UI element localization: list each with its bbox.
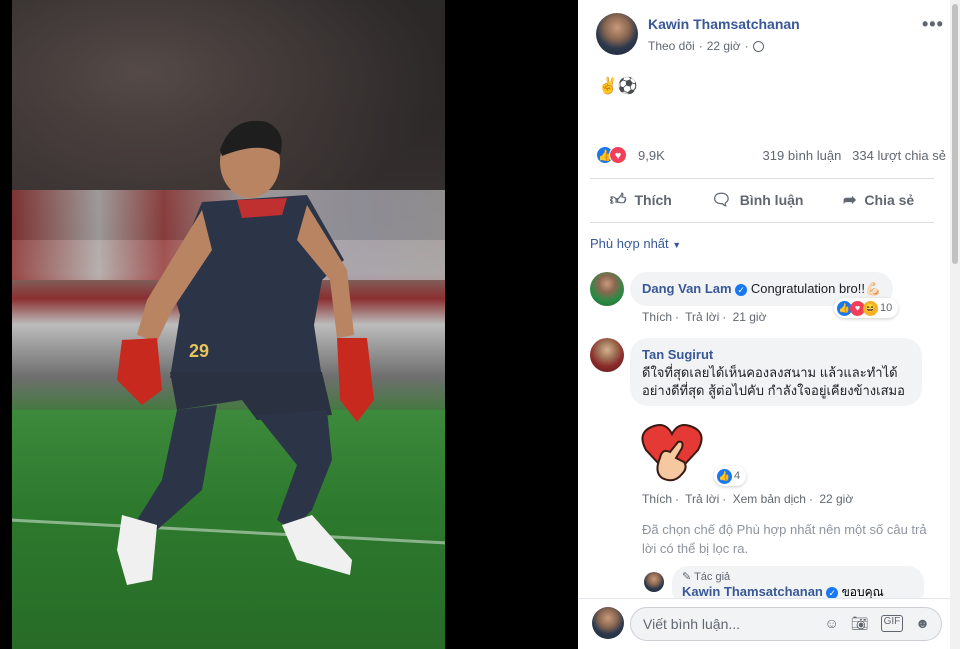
like-button[interactable]: 👍︎ Thích <box>610 191 672 210</box>
comment-time[interactable]: 22 giờ <box>819 492 853 506</box>
commenter-avatar[interactable] <box>590 338 624 372</box>
scrollbar[interactable] <box>950 0 960 649</box>
emoji-icon[interactable]: ☺ <box>825 615 839 632</box>
comment-links: Thích · Trả lời · Xem bản dịch · 22 giờ <box>642 492 854 506</box>
comment-like-link[interactable]: Thích <box>642 492 672 506</box>
comment-reaction-count: 4 <box>734 470 741 482</box>
scrollbar-thumb[interactable] <box>952 4 958 264</box>
author-tag-label: Tác giả <box>694 571 731 583</box>
post-meta: Theo dõi · 22 giờ · <box>648 39 764 53</box>
post-stats: 👍 ♥ 9,9K 319 bình luận 334 lượt chia sẻ <box>596 146 946 166</box>
filter-note: Đã chọn chế độ Phù hợp nhất nên một số c… <box>642 522 927 556</box>
reaction-count[interactable]: 9,9K <box>638 148 665 163</box>
comment-label: Bình luận <box>739 192 804 208</box>
comment-share-counts: 319 bình luận 334 lượt chia sẻ <box>763 148 946 163</box>
comment-like-link[interactable]: Thích <box>642 310 672 324</box>
share-arrow-icon: ➦ <box>843 192 857 209</box>
meta-separator: · <box>698 39 703 53</box>
comment-bubble: Tan Sugirut ดีใจที่สุดเลยได้เห็นคองลงสนา… <box>630 338 922 406</box>
composer-tools: ☺ 📷︎ GIF ☻ <box>825 615 930 632</box>
goalkeeper-figure: 29 <box>117 120 374 585</box>
reply-avatar[interactable] <box>644 572 664 592</box>
divider <box>590 222 934 223</box>
author-avatar[interactable] <box>596 13 638 55</box>
comment-text: ดีใจที่สุดเลยได้เห็นคองลงสนาม แล้วและทำไ… <box>642 365 905 398</box>
comments-count[interactable]: 319 bình luận <box>763 148 842 163</box>
comment-text: Congratulation bro!!💪🏻 <box>750 281 882 296</box>
comment-item: Dang Van Lam ✓ Congratulation bro!!💪🏻 👍 ♥… <box>590 272 940 328</box>
meta-separator: · <box>744 39 749 53</box>
commenter-name[interactable]: Tan Sugirut <box>642 346 910 364</box>
thumbs-up-icon: 👍︎ <box>609 191 627 209</box>
comment-links: Thích · Trả lời · 21 giờ <box>642 310 767 324</box>
current-user-avatar <box>592 607 624 639</box>
comment-reply-link[interactable]: Trả lời <box>685 492 719 506</box>
globe-icon <box>752 40 764 52</box>
comment-button[interactable]: 🗨︎ Bình luận <box>711 190 803 210</box>
caret-down-icon: ▼ <box>672 240 682 250</box>
reply-text: ขอบคุณ <box>841 585 884 599</box>
comment-reactions[interactable]: 👍 4 <box>714 466 747 486</box>
like-reaction-icon: 👍 <box>717 468 732 484</box>
verified-badge-icon: ✓ <box>735 283 748 296</box>
haha-reaction-icon: 😆 <box>863 300 878 316</box>
photo-viewer: 29 Kawin Thamsatchanan Theo dõi · 22 giờ… <box>0 0 960 649</box>
comment-sort-dropdown[interactable]: Phù hợp nhất ▼ <box>590 236 681 251</box>
share-label: Chia sẻ <box>864 192 915 208</box>
post-side-panel: Kawin Thamsatchanan Theo dõi · 22 giờ · … <box>578 0 950 649</box>
more-options-icon[interactable]: ••• <box>922 14 944 35</box>
comment-reactions[interactable]: 👍 ♥ 😆 10 <box>834 298 899 318</box>
comment-composer: Viết bình luận... ☺ 📷︎ GIF ☻ <box>578 598 950 649</box>
commenter-name[interactable]: Dang Van Lam <box>642 281 732 296</box>
pencil-icon: ✎ <box>682 571 692 583</box>
post-actions: 👍︎ Thích 🗨︎ Bình luận ➦ Chia sẻ <box>590 184 934 216</box>
share-button[interactable]: ➦ Chia sẻ <box>843 190 914 210</box>
jersey-number: 29 <box>189 341 209 361</box>
reply-author-name[interactable]: Kawin Thamsatchanan <box>682 584 823 599</box>
divider <box>590 178 934 179</box>
gif-icon[interactable]: GIF <box>880 615 904 632</box>
post-time[interactable]: 22 giờ <box>707 39 741 53</box>
sort-label: Phù hợp nhất <box>590 236 669 251</box>
commenter-avatar[interactable] <box>590 272 624 306</box>
post-header: Kawin Thamsatchanan Theo dõi · 22 giờ · <box>596 12 936 60</box>
sticker-icon[interactable]: ☻ <box>915 615 930 632</box>
camera-icon[interactable]: 📷︎ <box>851 615 869 632</box>
post-photo[interactable]: 29 <box>12 0 445 649</box>
comment-input-placeholder: Viết bình luận... <box>643 616 741 632</box>
author-name[interactable]: Kawin Thamsatchanan <box>648 16 800 32</box>
comment-time[interactable]: 21 giờ <box>733 310 767 324</box>
speech-bubble-icon: 🗨︎ <box>711 192 732 209</box>
post-text: ✌️⚽ <box>598 78 638 95</box>
like-label: Thích <box>634 192 672 208</box>
see-translation-link[interactable]: Xem bản dịch <box>733 492 806 506</box>
shares-count[interactable]: 334 lượt chia sẻ <box>852 148 946 163</box>
love-reaction-icon[interactable]: ♥ <box>609 146 627 164</box>
follow-link[interactable]: Theo dõi <box>648 39 695 53</box>
heart-hand-sticker <box>641 424 703 482</box>
comment-reaction-count: 10 <box>880 302 893 314</box>
author-tag: ✎ Tác giả <box>682 570 914 583</box>
comment-reply-link[interactable]: Trả lời <box>685 310 719 324</box>
